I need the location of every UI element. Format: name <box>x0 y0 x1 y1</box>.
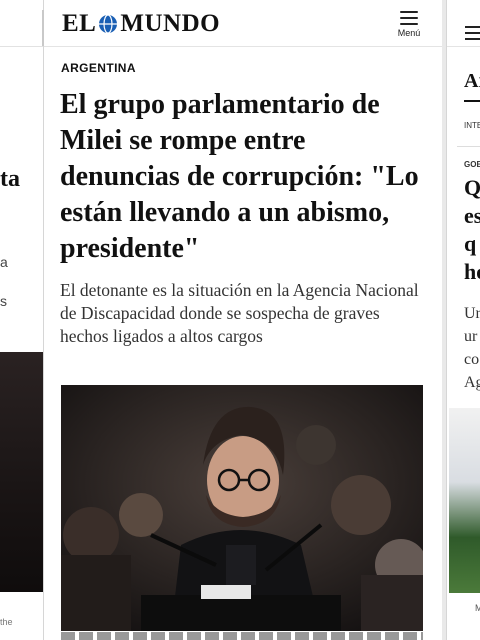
hamburger-icon[interactable] <box>465 26 480 44</box>
previous-card-text-fragment-2: s <box>0 293 7 309</box>
menu-label: Menú <box>397 28 421 38</box>
previous-card-headline-fragment: ta <box>0 166 20 192</box>
next-article-card[interactable]: Ar INTE GOE Q es q he Ur ur co Ag M <box>446 0 480 640</box>
section-underline <box>464 100 480 102</box>
next-card-photo <box>449 408 480 593</box>
speaker-photo-illustration <box>61 385 423 631</box>
previous-card-photo <box>0 352 43 592</box>
article-standfirst: El detonante es la situación en la Agenc… <box>60 280 419 346</box>
logo-text-left: EL <box>62 10 97 37</box>
site-header: EL MUNDO Menú <box>44 0 442 47</box>
globe-icon <box>99 14 118 34</box>
previous-card-credit: the <box>0 617 13 627</box>
menu-button[interactable]: Menú <box>394 11 424 38</box>
el-mundo-logo[interactable]: EL MUNDO <box>62 10 220 38</box>
article-card: EL MUNDO Menú ARGENTINA El grupo parlame… <box>44 0 442 640</box>
previous-article-card[interactable]: ta a s the <box>0 0 44 640</box>
logo-text-right: MUNDO <box>120 10 221 37</box>
article-headline[interactable]: El grupo parlamentario de Milei se rompe… <box>60 87 430 267</box>
next-card-section: Ar <box>464 70 480 92</box>
article-photo[interactable] <box>61 385 423 631</box>
previous-card-header <box>0 0 43 47</box>
next-card-tag: INTE <box>464 121 480 130</box>
divider <box>457 146 480 147</box>
previous-card-text-fragment: a <box>0 254 8 270</box>
hamburger-icon <box>400 11 418 25</box>
next-card-headline: Q es q he <box>464 175 480 284</box>
next-card-standfirst: Ur ur co Ag <box>464 305 480 391</box>
photo-caption <box>61 632 423 640</box>
next-card-kicker: GOE <box>464 160 480 169</box>
section-link[interactable]: ARGENTINA <box>61 61 136 75</box>
next-card-credit: M <box>475 603 480 613</box>
